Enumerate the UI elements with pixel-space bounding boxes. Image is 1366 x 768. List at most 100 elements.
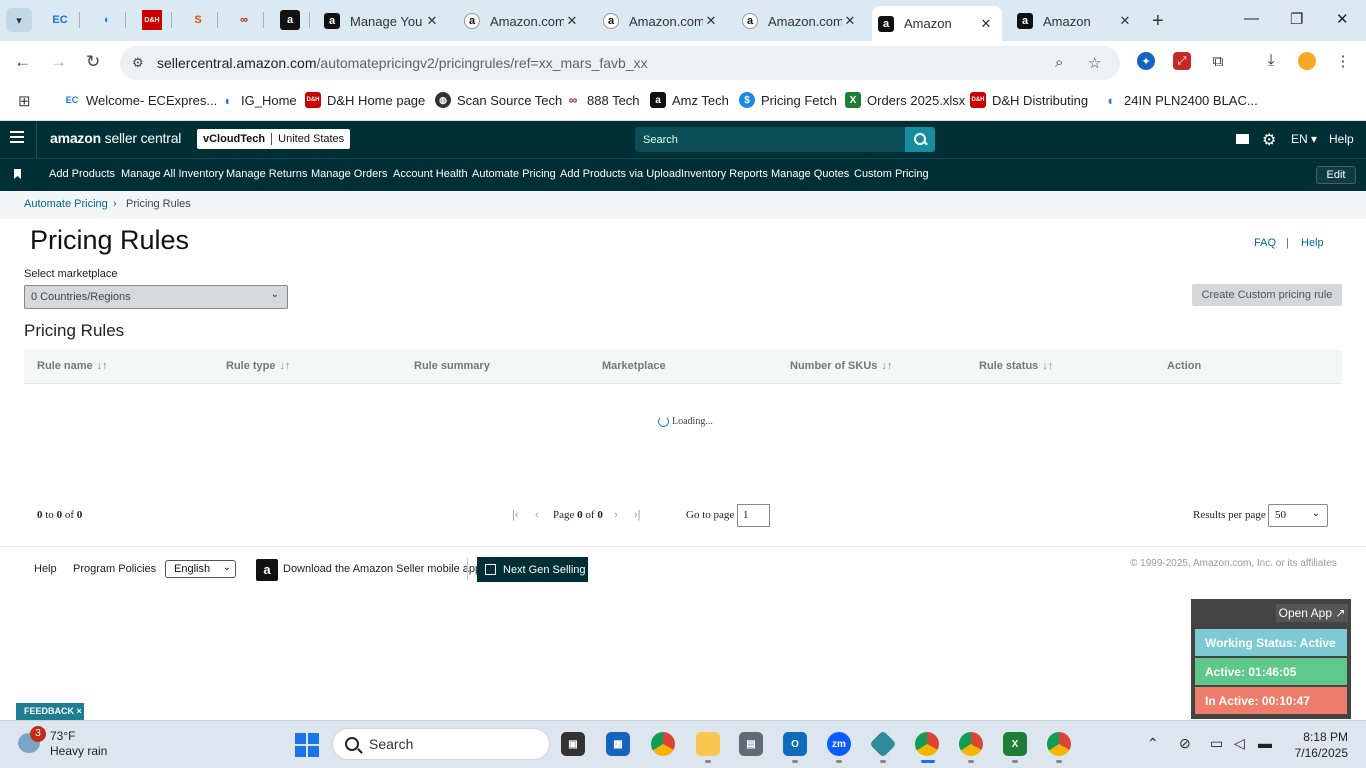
close-window-icon[interactable]: ✕	[1336, 10, 1349, 28]
bookmark-star-icon[interactable]: ☆	[1088, 54, 1101, 72]
windows-start-icon[interactable]	[295, 733, 319, 757]
tab-manage-your[interactable]: a Manage You ✕	[318, 6, 448, 36]
nav-manage-all-inventory[interactable]: Manage All Inventory	[121, 168, 224, 180]
bookmark-ig-home[interactable]: ◖ IG_Home	[219, 92, 297, 108]
task-view-icon[interactable]: ▣	[561, 732, 585, 756]
nav-inventory-reports[interactable]: Inventory Reports	[681, 168, 768, 180]
marketplace-select[interactable]: 0 Countries/Regions ⌄	[24, 285, 288, 309]
tray-chevron-up-icon[interactable]: ⌃	[1147, 735, 1159, 752]
taskbar-clock[interactable]: 8:18 PM 7/16/2025	[1290, 729, 1348, 761]
column-number-of-skus[interactable]: Number of SKUs ↓↑	[790, 360, 892, 372]
open-app-button[interactable]: Open App ↗	[1276, 604, 1348, 622]
close-tab-icon[interactable]: ✕	[842, 13, 858, 29]
sort-icon[interactable]: ↓↑	[881, 360, 892, 372]
amazon-app-icon[interactable]: a	[256, 559, 278, 581]
tab-amazon-com-3[interactable]: a Amazon.com ✕	[736, 6, 866, 36]
forward-arrow-icon[interactable]: →	[50, 52, 67, 72]
search-input[interactable]: Search	[635, 127, 905, 152]
bookmark-amz-tech[interactable]: a Amz Tech	[650, 92, 729, 108]
zoom-magnifier-icon[interactable]: ⌕	[1055, 54, 1063, 71]
file-explorer-icon[interactable]	[696, 732, 720, 756]
nav-account-health[interactable]: Account Health	[393, 168, 468, 180]
close-tab-icon[interactable]: ✕	[703, 13, 719, 29]
scansource-pinned-tab-icon[interactable]: S	[188, 10, 208, 30]
goto-page-input[interactable]: 1	[737, 504, 770, 527]
restore-icon[interactable]: ❐	[1290, 10, 1303, 28]
bookmark-dh-home[interactable]: D&H D&H Home page	[305, 92, 425, 108]
hamburger-menu-icon[interactable]	[10, 131, 24, 143]
888-pinned-tab-icon[interactable]: ∞	[234, 10, 254, 30]
bookmark-dh-distributing[interactable]: D&H D&H Distributing	[970, 92, 1088, 108]
nav-add-products-upload[interactable]: Add Products via Upload	[560, 168, 681, 180]
excel-icon[interactable]: X	[1003, 732, 1027, 756]
dh-pinned-tab-icon[interactable]: D&H	[142, 10, 162, 30]
new-tab-plus-icon[interactable]: +	[1152, 10, 1164, 33]
nav-automate-pricing[interactable]: Automate Pricing	[472, 168, 556, 180]
bookmark-orders-xlsx[interactable]: X Orders 2025.xlsx	[845, 92, 965, 108]
bookmark-scan-source[interactable]: ◍ Scan Source Tech	[435, 92, 562, 108]
tab-amazon-com-1[interactable]: a Amazon.com ✕	[458, 6, 588, 36]
tab-amazon-active[interactable]: a Amazon ✕	[872, 6, 1002, 41]
url-text[interactable]: sellercentral.amazon.com/automatepricing…	[157, 55, 648, 71]
bookmark-ecexpress[interactable]: EC Welcome- ECExpres...	[64, 92, 217, 108]
store-icon[interactable]: ▦	[606, 732, 630, 756]
extension-globe-icon[interactable]: ✦	[1137, 52, 1155, 70]
nav-manage-returns[interactable]: Manage Returns	[226, 168, 307, 180]
nav-add-products[interactable]: Add Products	[49, 168, 115, 180]
outlook-icon[interactable]: O	[783, 732, 807, 756]
bookmark-24in-pln2400[interactable]: ◖ 24IN PLN2400 BLAC...	[1102, 92, 1258, 108]
bookmark-888-tech[interactable]: ∞ 888 Tech	[565, 92, 640, 108]
breadcrumb-automate-pricing[interactable]: Automate Pricing	[24, 198, 108, 210]
close-tab-icon[interactable]: ✕	[978, 16, 994, 32]
last-page-icon[interactable]: ›|	[634, 509, 641, 521]
close-tab-icon[interactable]: ✕	[1117, 13, 1133, 29]
program-policies-link[interactable]: Program Policies	[73, 563, 156, 575]
display-icon[interactable]: ▭	[1210, 735, 1223, 752]
sort-icon[interactable]: ↓↑	[280, 360, 291, 372]
help-link[interactable]: Help	[1301, 237, 1324, 249]
chrome-profile-2-icon[interactable]	[959, 732, 983, 756]
apps-grid-icon[interactable]: ⊞	[18, 92, 31, 110]
gear-icon[interactable]: ⚙	[1262, 130, 1276, 150]
faq-link[interactable]: FAQ	[1254, 237, 1276, 249]
seller-central-logo[interactable]: amazon seller central	[50, 130, 181, 146]
sort-icon[interactable]: ↓↑	[1042, 360, 1053, 372]
profile-avatar[interactable]	[1298, 52, 1316, 70]
nav-manage-quotes[interactable]: Manage Quotes	[771, 168, 849, 180]
zoom-icon[interactable]: zm	[827, 732, 851, 756]
ecexpress-pinned-tab-icon[interactable]: EC	[50, 10, 70, 30]
download-app-link[interactable]: Download the Amazon Seller mobile app	[283, 563, 481, 575]
bookmark-pricing-fetch[interactable]: $ Pricing Fetch	[739, 92, 837, 108]
search-icon[interactable]	[905, 127, 935, 152]
battery-icon[interactable]: ▬	[1258, 735, 1272, 751]
site-info-icon[interactable]: ⚙	[132, 55, 144, 71]
mail-icon[interactable]	[1236, 134, 1249, 144]
next-gen-selling-button[interactable]: Next Gen Selling	[477, 557, 588, 582]
footer-language-select[interactable]: English ⌄	[165, 560, 236, 578]
chrome-profile-3-icon[interactable]	[1047, 732, 1071, 756]
header-help-link[interactable]: Help	[1329, 132, 1354, 146]
browser-menu-icon[interactable]: ⋮	[1334, 52, 1352, 70]
reload-icon[interactable]: ↻	[86, 52, 100, 72]
account-switcher[interactable]: vCloudTech United States	[197, 129, 351, 149]
results-per-page-select[interactable]: 50 ⌄	[1268, 504, 1328, 527]
ig-pinned-tab-icon[interactable]: ◖	[96, 10, 116, 30]
extensions-puzzle-icon[interactable]: ⧉	[1209, 52, 1227, 70]
back-arrow-icon[interactable]: ←	[14, 52, 31, 72]
column-rule-status[interactable]: Rule status ↓↑	[979, 360, 1053, 372]
chrome-icon[interactable]	[651, 732, 675, 756]
weather-widget[interactable]: 73°F Heavy rain	[50, 729, 107, 759]
close-tab-icon[interactable]: ✕	[564, 13, 580, 29]
minimize-icon[interactable]: —	[1244, 10, 1259, 27]
edit-nav-button[interactable]: Edit	[1316, 166, 1356, 184]
calculator-icon[interactable]: ▤	[739, 732, 763, 756]
first-page-icon[interactable]: |‹	[512, 509, 519, 521]
column-rule-name[interactable]: Rule name ↓↑	[37, 360, 108, 372]
speaker-icon[interactable]: ◁	[1234, 735, 1245, 752]
nav-manage-orders[interactable]: Manage Orders	[311, 168, 387, 180]
tab-search-chevron-icon[interactable]: ▾	[6, 8, 32, 32]
address-bar[interactable]: ⚙ sellercentral.amazon.com/automateprici…	[120, 46, 1120, 80]
prev-page-icon[interactable]: ‹	[535, 509, 539, 521]
column-rule-type[interactable]: Rule type ↓↑	[226, 360, 291, 372]
nav-custom-pricing[interactable]: Custom Pricing	[854, 168, 929, 180]
